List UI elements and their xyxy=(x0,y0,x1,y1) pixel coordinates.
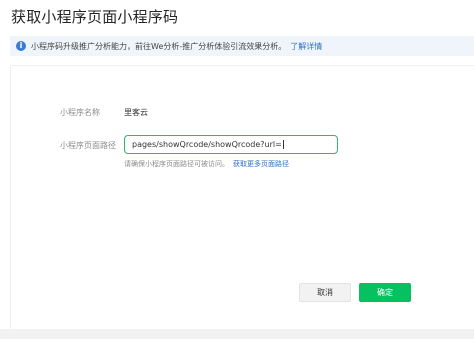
page-path-input-value: pages/showQrcode/showQrcode?url= xyxy=(132,140,282,149)
confirm-button[interactable]: 确定 xyxy=(359,283,411,302)
learn-more-link[interactable]: 了解详情 xyxy=(290,41,322,52)
page-title: 获取小程序页面小程序码 xyxy=(11,8,179,26)
bottom-background-strip xyxy=(0,329,474,339)
path-hint-text: 请确保小程序页面路径可被访问。 xyxy=(124,160,229,168)
cancel-button[interactable]: 取消 xyxy=(299,283,351,302)
notice-text: 小程序码升级推广分析能力，前往We分析-推广分析体验引流效果分析。 xyxy=(31,41,287,51)
info-icon: i xyxy=(16,41,26,51)
more-paths-link[interactable]: 获取更多页面路径 xyxy=(233,160,289,168)
page-path-input[interactable]: pages/showQrcode/showQrcode?url= xyxy=(124,135,338,154)
mini-program-name-value: 里客云 xyxy=(124,108,148,117)
page-path-label: 小程序页面路径 xyxy=(60,141,116,150)
mini-program-name-label: 小程序名称 xyxy=(60,108,100,117)
text-cursor xyxy=(282,140,284,149)
path-hint: 请确保小程序页面路径可被访问。 获取更多页面路径 xyxy=(124,159,289,169)
notice-bar: i 小程序码升级推广分析能力，前往We分析-推广分析体验引流效果分析。 了解详情 xyxy=(10,36,474,56)
